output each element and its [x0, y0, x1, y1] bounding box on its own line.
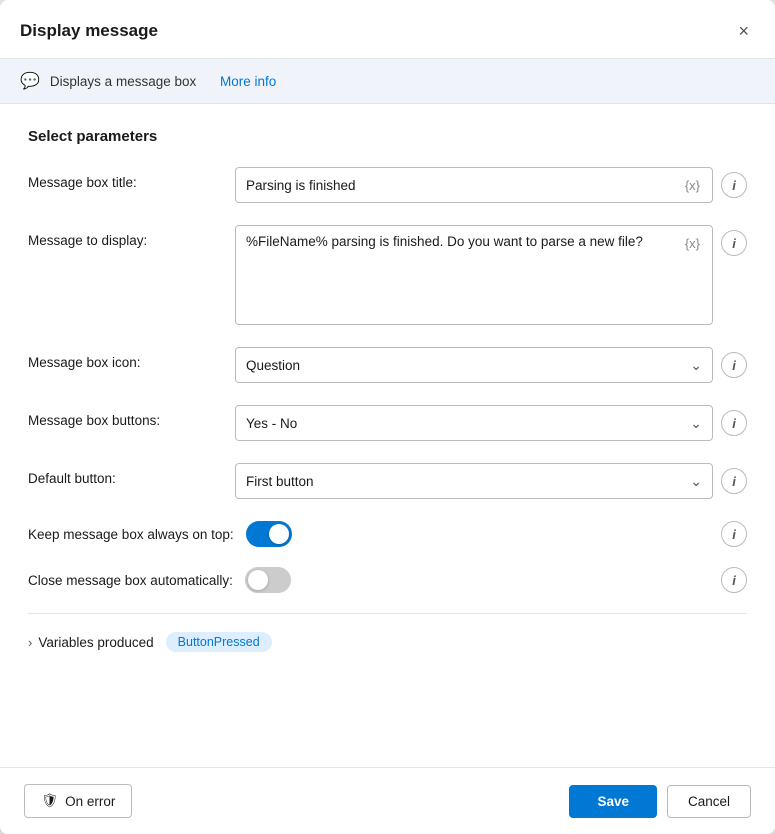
message-box-title-label: Message box title:: [28, 167, 223, 190]
default-button-row: Default button: First button ⌄ i: [28, 463, 747, 499]
chevron-down-icon: ⌄: [690, 357, 702, 374]
message-box-buttons-dropdown[interactable]: Yes - No ⌄: [235, 405, 713, 441]
variables-produced-row: › Variables produced ButtonPressed: [28, 632, 747, 652]
variables-produced-label: Variables produced: [38, 635, 153, 650]
message-box-icon-dropdown[interactable]: Question ⌄: [235, 347, 713, 383]
button-pressed-badge: ButtonPressed: [166, 632, 272, 652]
message-box-buttons-value: Yes - No: [246, 416, 297, 431]
message-box-title-control: {x} i: [235, 167, 747, 203]
default-button-control: First button ⌄ i: [235, 463, 747, 499]
info-button-title[interactable]: i: [721, 172, 747, 198]
message-to-display-control: %FileName% parsing is finished. Do you w…: [235, 225, 747, 325]
shield-icon: 🛡: [41, 793, 58, 809]
message-box-title-row: Message box title: {x} i: [28, 167, 747, 203]
message-box-buttons-label: Message box buttons:: [28, 405, 223, 428]
cancel-button[interactable]: Cancel: [667, 785, 751, 818]
banner-text: Displays a message box: [50, 74, 196, 89]
message-box-title-input[interactable]: [246, 178, 683, 193]
chat-icon: 💬: [20, 71, 40, 91]
keep-on-top-toggle-wrap: i: [246, 521, 747, 547]
info-button-close-auto[interactable]: i: [721, 567, 747, 593]
dialog-title: Display message: [20, 21, 158, 41]
info-button-message[interactable]: i: [721, 230, 747, 256]
on-error-label: On error: [65, 794, 115, 809]
variables-produced-toggle[interactable]: › Variables produced: [28, 635, 154, 650]
message-to-display-label: Message to display:: [28, 225, 223, 248]
keep-on-top-toggle[interactable]: [246, 521, 292, 547]
divider: [28, 613, 747, 614]
section-title: Select parameters: [28, 128, 747, 145]
close-automatically-toggle[interactable]: [245, 567, 291, 593]
message-to-display-row: Message to display: %FileName% parsing i…: [28, 225, 747, 325]
default-button-label: Default button:: [28, 463, 223, 486]
message-box-title-input-wrap[interactable]: {x}: [235, 167, 713, 203]
display-message-dialog: Display message × 💬 Displays a message b…: [0, 0, 775, 834]
keep-on-top-row: Keep message box always on top: i: [28, 521, 747, 547]
toggle-slider-on: [246, 521, 292, 547]
info-banner: 💬 Displays a message box More info: [0, 59, 775, 104]
close-automatically-label: Close message box automatically:: [28, 573, 233, 588]
footer-right-buttons: Save Cancel: [569, 785, 751, 818]
on-error-button[interactable]: 🛡 On error: [24, 784, 132, 818]
info-button-buttons[interactable]: i: [721, 410, 747, 436]
message-box-icon-value: Question: [246, 358, 300, 373]
content-area: Select parameters Message box title: {x}…: [0, 104, 775, 767]
var-button-message[interactable]: {x}: [683, 236, 702, 251]
close-automatically-row: Close message box automatically: i: [28, 567, 747, 593]
message-box-buttons-row: Message box buttons: Yes - No ⌄ i: [28, 405, 747, 441]
info-button-default[interactable]: i: [721, 468, 747, 494]
var-button-title[interactable]: {x}: [683, 178, 702, 193]
message-box-buttons-control: Yes - No ⌄ i: [235, 405, 747, 441]
more-info-link[interactable]: More info: [220, 74, 276, 89]
info-button-icon[interactable]: i: [721, 352, 747, 378]
message-to-display-textarea-wrap[interactable]: %FileName% parsing is finished. Do you w…: [235, 225, 713, 325]
toggle-slider-off: [245, 567, 291, 593]
message-box-icon-control: Question ⌄ i: [235, 347, 747, 383]
keep-on-top-label: Keep message box always on top:: [28, 527, 234, 542]
default-button-value: First button: [246, 474, 314, 489]
message-box-icon-row: Message box icon: Question ⌄ i: [28, 347, 747, 383]
chevron-down-icon-2: ⌄: [690, 415, 702, 432]
message-box-icon-label: Message box icon:: [28, 347, 223, 370]
info-button-keep-on-top[interactable]: i: [721, 521, 747, 547]
save-button[interactable]: Save: [569, 785, 657, 818]
footer: 🛡 On error Save Cancel: [0, 767, 775, 834]
close-button[interactable]: ×: [732, 18, 755, 44]
chevron-right-icon: ›: [28, 635, 32, 650]
close-automatically-toggle-wrap: i: [245, 567, 747, 593]
message-to-display-textarea[interactable]: %FileName% parsing is finished. Do you w…: [246, 234, 677, 314]
chevron-down-icon-3: ⌄: [690, 473, 702, 490]
title-bar: Display message ×: [0, 0, 775, 59]
default-button-dropdown[interactable]: First button ⌄: [235, 463, 713, 499]
